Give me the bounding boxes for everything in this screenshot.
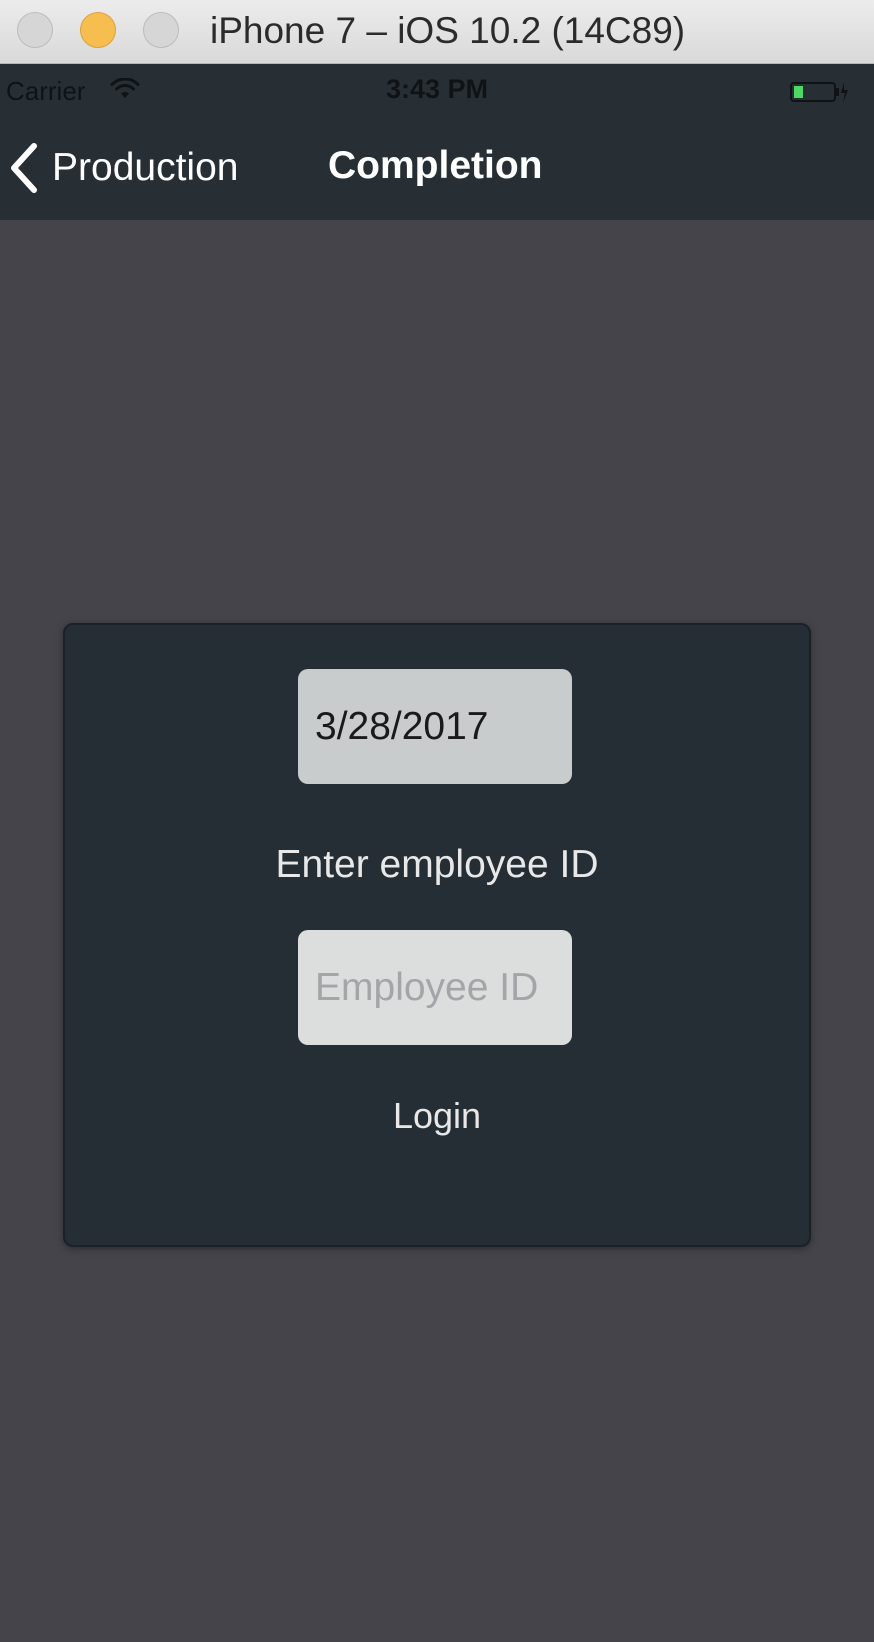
date-field[interactable]: 3/28/2017 bbox=[298, 669, 572, 784]
back-button-label: Production bbox=[52, 146, 239, 189]
back-button[interactable]: Production bbox=[8, 138, 238, 198]
chevron-left-icon bbox=[11, 143, 37, 193]
window-title: iPhone 7 – iOS 10.2 (14C89) bbox=[210, 10, 686, 51]
main-content: 3/28/2017 Enter employee ID Login bbox=[0, 220, 874, 1642]
minimize-window-button[interactable] bbox=[80, 12, 116, 48]
login-button[interactable]: Login bbox=[65, 1095, 809, 1137]
close-window-button[interactable] bbox=[17, 12, 53, 48]
status-clock: 3:43 PM bbox=[385, 74, 489, 104]
login-card: 3/28/2017 Enter employee ID Login bbox=[63, 623, 811, 1247]
zoom-window-button[interactable] bbox=[143, 12, 179, 48]
window-titlebar: iPhone 7 – iOS 10.2 (14C89) bbox=[0, 0, 874, 64]
simulator-window: iPhone 7 – iOS 10.2 (14C89) Carrier 3:43… bbox=[0, 0, 874, 1642]
page-title: Completion bbox=[328, 144, 543, 187]
navigation-bar: Production Completion bbox=[0, 118, 874, 220]
battery-icon bbox=[790, 82, 848, 103]
employee-id-prompt: Enter employee ID bbox=[275, 843, 599, 886]
employee-id-input[interactable] bbox=[298, 930, 572, 1045]
ios-status-bar: Carrier 3:43 PM bbox=[0, 64, 874, 118]
